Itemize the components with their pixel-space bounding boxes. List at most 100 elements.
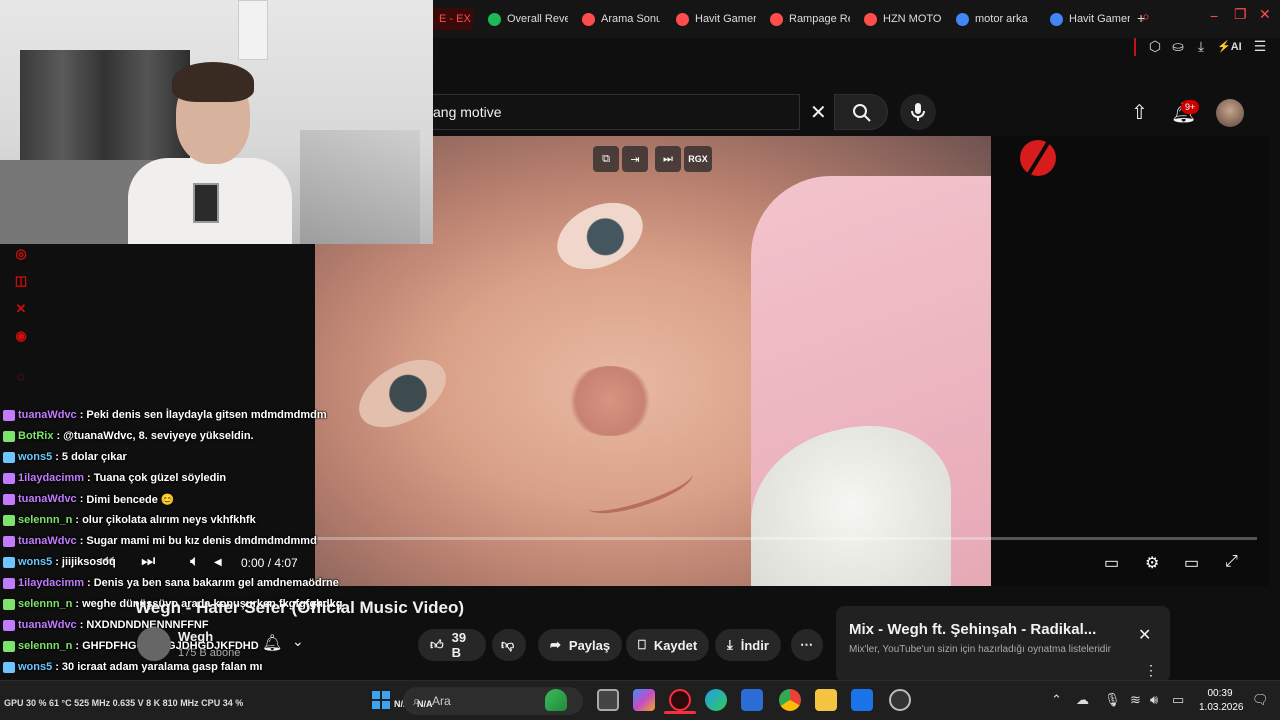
battery-icon[interactable]: ▭	[1172, 692, 1184, 708]
clear-search-icon[interactable]: ✕	[810, 100, 827, 125]
upload-icon[interactable]: ⇧	[1131, 100, 1148, 125]
widgets-icon[interactable]	[545, 689, 567, 711]
rgx-button[interactable]: RGX	[684, 146, 712, 172]
chat-separator: :	[75, 514, 80, 526]
notification-center-icon[interactable]: 🗨︎	[1252, 692, 1269, 708]
next-icon[interactable]: ⏭	[141, 553, 155, 571]
chat-message: selennn_n: olur çikolata alırım neys vkhf…	[3, 511, 256, 529]
video-frame-mouth	[583, 459, 697, 523]
chat-username[interactable]: wons5	[18, 661, 52, 673]
popup-close-icon[interactable]: ✕	[1138, 625, 1151, 645]
miniplayer-button[interactable]: ⧉	[593, 146, 619, 172]
chevron-down-icon[interactable]: ⌄	[292, 633, 304, 650]
outlook-icon[interactable]	[851, 689, 873, 711]
video-progress-bar[interactable]	[315, 537, 1257, 540]
clock-date[interactable]: 1.03.2026	[1199, 702, 1244, 713]
download-icon[interactable]: ⤓	[1192, 38, 1210, 55]
theater-mode-icon[interactable]: ▭	[1184, 553, 1199, 573]
search-bar[interactable]: ang motive	[433, 94, 800, 130]
chat-message: tuanaWdvc: Sugar mami mi bu kız denis dmd…	[3, 532, 317, 550]
clock-time[interactable]: 00:39	[1202, 688, 1238, 699]
chat-message: 1ilaydacimm: Denis ya ben sana bakarım ge…	[3, 574, 339, 592]
wifi-icon[interactable]: ≋	[1130, 692, 1141, 708]
menu-icon[interactable]: ☰	[1251, 38, 1269, 55]
windows-start-icon[interactable]	[371, 690, 391, 710]
chat-text: 5 dolar çıkar	[61, 451, 127, 463]
chat-username[interactable]: selennn_n	[18, 514, 72, 526]
chat-username[interactable]: BotRix	[18, 430, 53, 442]
browser-tab[interactable]: Overall Reve	[488, 8, 568, 30]
chat-username[interactable]: tuanaWdvc	[18, 535, 77, 547]
app-icon[interactable]	[889, 689, 911, 711]
more-actions-button[interactable]: ⋯	[791, 629, 823, 661]
browser-tab[interactable]: Arama Sonu	[582, 8, 660, 30]
search-input[interactable]: ang motive	[433, 104, 501, 120]
chat-username[interactable]: wons5	[18, 556, 52, 568]
download-button[interactable]: ⤓ İndir	[715, 629, 781, 661]
browser-tab[interactable]: Havit Gamer	[1050, 8, 1130, 30]
like-button[interactable]: 👍︎ 39 B	[418, 629, 486, 661]
instagram-icon: ◫	[14, 273, 28, 288]
edge-icon[interactable]	[705, 689, 727, 711]
chat-username[interactable]: wons5	[18, 451, 52, 463]
browser-tab[interactable]: HZN MOTOR	[864, 8, 942, 30]
close-window-icon[interactable]: ✕	[1259, 6, 1271, 23]
chat-text: olur çikolata alırım neys vkhfkhfk	[82, 514, 256, 526]
subtitles-icon[interactable]: ▭	[1104, 553, 1119, 573]
skip-button[interactable]: ⏭	[655, 146, 681, 172]
settings-gear-icon[interactable]: ⚙	[1145, 553, 1159, 573]
ai-button[interactable]: ⚡AI	[1217, 40, 1242, 53]
volume-slider-handle[interactable]: ◀	[214, 557, 222, 568]
browser-tab[interactable]: Havit Gamer	[676, 8, 756, 30]
video-frame-nose	[565, 366, 655, 436]
chat-username[interactable]: tuanaWdvc	[18, 619, 77, 631]
hardware-stats: GPU 30 % 61 °C 525 MHz 0.635 V 8 K 810 M…	[4, 698, 244, 708]
account-avatar[interactable]	[1216, 99, 1244, 127]
tab-favicon-icon	[770, 12, 783, 26]
fullscreen-icon[interactable]: ⤢	[1225, 553, 1238, 571]
chat-username[interactable]: 1ilaydacimm	[18, 472, 84, 484]
store-icon[interactable]	[741, 689, 763, 711]
popup-more-icon[interactable]: ⋮	[1144, 662, 1158, 679]
chrome-icon[interactable]	[779, 689, 801, 711]
tray-microphone-icon[interactable]: 🎙︎	[1104, 692, 1121, 708]
ai-icon: ⚡	[1217, 41, 1231, 53]
save-button[interactable]: ⎕ Kaydet	[626, 629, 710, 661]
restore-icon[interactable]: ❐	[1234, 6, 1247, 23]
chat-username[interactable]: selennn_n	[18, 640, 72, 652]
chat-username[interactable]: tuanaWdvc	[18, 409, 77, 421]
tab-favicon-icon	[582, 12, 595, 26]
file-explorer-icon[interactable]	[815, 689, 837, 711]
voice-search-button[interactable]	[900, 94, 936, 130]
tray-chevron-icon[interactable]: ⌃	[1051, 692, 1062, 708]
wallet-icon[interactable]: ⛀	[1169, 38, 1187, 55]
tab-search-icon[interactable]: ⌕	[1137, 8, 1155, 25]
tray-cloud-icon[interactable]: ☁	[1076, 692, 1089, 708]
task-view-icon[interactable]	[597, 689, 619, 711]
chat-username[interactable]: 1ilaydacimm	[18, 577, 84, 589]
channel-name[interactable]: Wegh	[178, 629, 213, 644]
dislike-button[interactable]: 👎︎	[492, 629, 526, 661]
chat-message: wons5:30 icraat adam yaralama gasp falan…	[3, 658, 262, 676]
tab-label: Rampage Re	[789, 13, 850, 25]
mix-notification-popup[interactable]: Mix - Wegh ft. Şehinşah - Radikal... Mix…	[836, 606, 1170, 682]
channel-avatar[interactable]	[137, 627, 171, 661]
opera-gx-icon[interactable]	[669, 689, 691, 711]
chat-badge-icon	[3, 577, 15, 589]
chat-username[interactable]: selennn_n	[18, 598, 72, 610]
popup-subtitle: Mix'ler, YouTube'un sizin için hazırladı…	[849, 644, 1111, 655]
share-button[interactable]: ➦ Paylaş	[538, 629, 623, 661]
browser-tab[interactable]: E - EX	[433, 8, 473, 30]
copilot-icon[interactable]	[633, 689, 655, 711]
browser-tab[interactable]: motor arka	[956, 8, 1038, 30]
volume-icon[interactable]: 🔈︎	[190, 553, 200, 571]
na-label-2: N/A	[417, 699, 433, 709]
minimize-icon[interactable]: −	[1210, 8, 1218, 24]
chat-username[interactable]: tuanaWdvc	[18, 493, 77, 505]
exit-button[interactable]: ⇥	[622, 146, 648, 172]
bell-icon[interactable]: 🔔︎	[262, 633, 282, 653]
search-button[interactable]	[834, 94, 888, 130]
browser-tab[interactable]: Rampage Re	[770, 8, 850, 30]
speaker-icon[interactable]: 🔊︎	[1150, 692, 1158, 708]
extensions-icon[interactable]: ⬡	[1146, 38, 1164, 55]
